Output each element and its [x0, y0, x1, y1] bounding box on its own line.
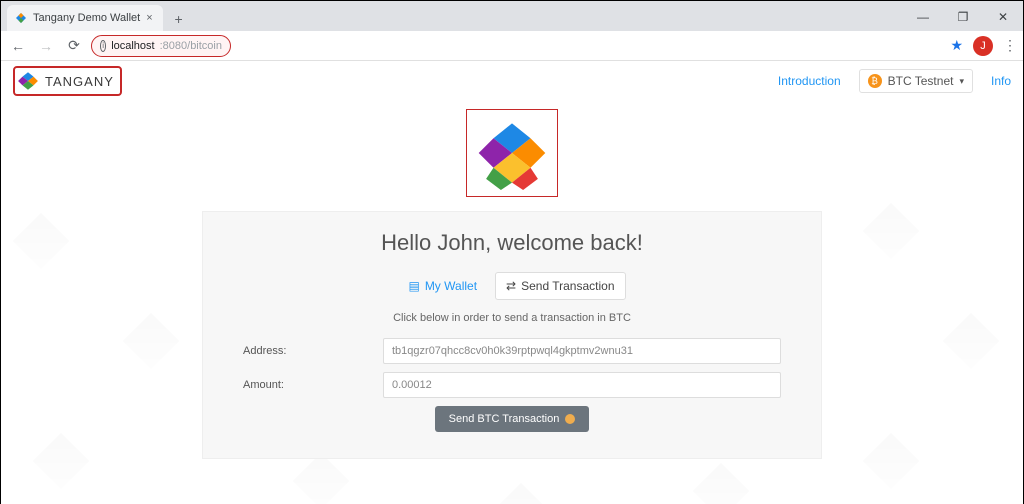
loading-spinner-icon [565, 414, 575, 424]
tab-send-transaction[interactable]: ⇄ Send Transaction [495, 272, 625, 300]
hero-logo-box [466, 109, 558, 197]
tab-my-wallet[interactable]: ▤ My Wallet [398, 272, 487, 300]
hint-text: Click below in order to send a transacti… [243, 312, 781, 324]
nav-reload-button[interactable]: ⟳ [63, 35, 85, 57]
hero: Hello John, welcome back! ▤ My Wallet ⇄ … [1, 101, 1023, 459]
brand-name: TANGANY [45, 74, 114, 89]
network-label: BTC Testnet [888, 74, 954, 88]
tab-my-wallet-label: My Wallet [425, 279, 477, 293]
tab-send-label: Send Transaction [521, 279, 614, 293]
hero-logo-icon [475, 116, 549, 190]
new-tab-button[interactable]: + [169, 9, 189, 29]
wallet-icon: ▤ [408, 279, 419, 293]
main-panel: Hello John, welcome back! ▤ My Wallet ⇄ … [202, 211, 822, 459]
send-button-label: Send BTC Transaction [449, 413, 560, 425]
page-content: TANGANY Introduction ₿ BTC Testnet ▾ Inf… [1, 61, 1023, 504]
browser-titlebar: Tangany Demo Wallet × + — ❐ ✕ [1, 1, 1023, 31]
send-transaction-button[interactable]: Send BTC Transaction [435, 406, 590, 432]
transfer-icon: ⇄ [506, 279, 516, 293]
browser-toolbar: ← → ⟳ i localhost :8080/bitcoin ★ J ⋮ [1, 31, 1023, 61]
app-header: TANGANY Introduction ₿ BTC Testnet ▾ Inf… [1, 61, 1023, 101]
amount-input[interactable] [383, 372, 781, 398]
nav-link-info[interactable]: Info [991, 74, 1011, 88]
welcome-heading: Hello John, welcome back! [243, 230, 781, 256]
tangany-logo-icon [17, 70, 39, 92]
browser-menu-icon[interactable]: ⋮ [1003, 37, 1017, 54]
amount-label: Amount: [243, 379, 383, 391]
address-label: Address: [243, 345, 383, 357]
bitcoin-icon: ₿ [868, 74, 882, 88]
network-selector[interactable]: ₿ BTC Testnet ▾ [859, 69, 973, 93]
tab-favicon [15, 12, 27, 24]
window-restore-button[interactable]: ❐ [943, 3, 983, 31]
window-close-button[interactable]: ✕ [983, 3, 1023, 31]
chevron-down-icon: ▾ [959, 76, 964, 87]
bookmark-star-icon[interactable]: ★ [950, 37, 963, 54]
window-minimize-button[interactable]: — [903, 3, 943, 31]
nav-forward-button[interactable]: → [35, 35, 57, 57]
tab-title: Tangany Demo Wallet [33, 12, 140, 24]
tab-close-icon[interactable]: × [146, 12, 152, 24]
profile-avatar[interactable]: J [973, 36, 993, 56]
nav-back-button[interactable]: ← [7, 35, 29, 57]
browser-tab[interactable]: Tangany Demo Wallet × [7, 5, 163, 31]
brand-logo-box[interactable]: TANGANY [13, 66, 122, 96]
url-host: localhost [111, 40, 154, 52]
url-path: :8080/bitcoin [160, 40, 222, 52]
address-input[interactable] [383, 338, 781, 364]
site-info-icon[interactable]: i [100, 40, 106, 52]
address-bar[interactable]: i localhost :8080/bitcoin [91, 35, 231, 57]
nav-link-introduction[interactable]: Introduction [778, 74, 841, 88]
panel-tabs: ▤ My Wallet ⇄ Send Transaction [243, 272, 781, 300]
